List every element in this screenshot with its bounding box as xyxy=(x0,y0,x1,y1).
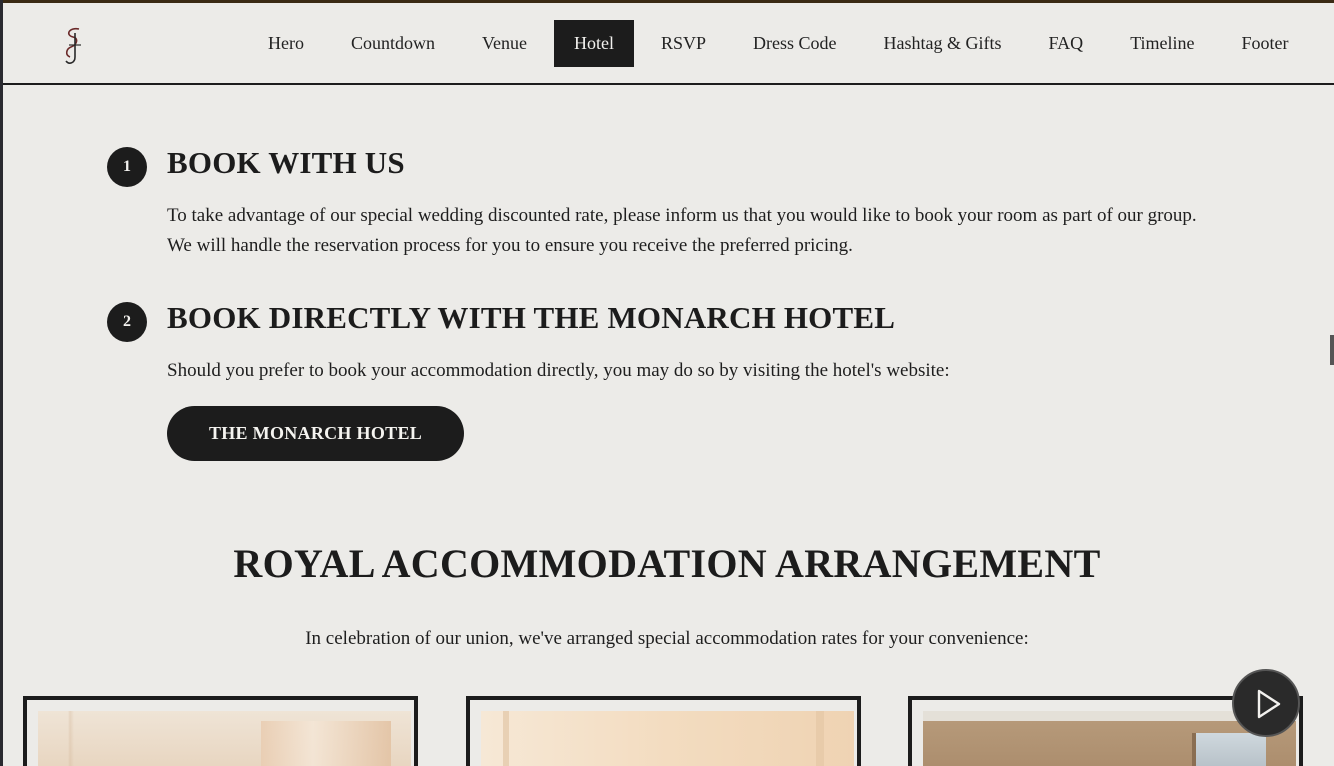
music-play-button[interactable] xyxy=(1232,669,1300,737)
hotel-card-2[interactable] xyxy=(466,696,861,766)
monarch-hotel-button[interactable]: THE MONARCH HOTEL xyxy=(167,406,464,461)
hotel-room-image-1 xyxy=(38,711,411,766)
nav-item-dress-code[interactable]: Dress Code xyxy=(733,20,857,67)
step-description: Should you prefer to book your accommoda… xyxy=(167,360,950,381)
monogram-logo[interactable] xyxy=(55,23,91,67)
nav-item-rsvp[interactable]: RSVP xyxy=(641,20,726,67)
nav-item-footer[interactable]: Footer xyxy=(1222,20,1309,67)
step-description: To take advantage of our special wedding… xyxy=(167,205,1197,256)
main-nav: Hero Countdown Venue Hotel RSVP Dress Co… xyxy=(248,20,1316,67)
navbar: Hero Countdown Venue Hotel RSVP Dress Co… xyxy=(3,3,1334,85)
scrollbar-thumb[interactable] xyxy=(1330,335,1334,365)
nav-item-hero[interactable]: Hero xyxy=(248,20,324,67)
play-icon xyxy=(1257,689,1281,719)
step-title: BOOK DIRECTLY WITH THE MONARCH HOTEL xyxy=(167,300,896,335)
hotel-card-1[interactable] xyxy=(23,696,418,766)
hotel-room-image-2 xyxy=(481,711,854,766)
nav-item-hashtag-gifts[interactable]: Hashtag & Gifts xyxy=(864,20,1022,67)
monogram-logo-icon xyxy=(65,27,81,64)
nav-item-countdown[interactable]: Countdown xyxy=(331,20,455,67)
nav-item-timeline[interactable]: Timeline xyxy=(1110,20,1214,67)
step-title: BOOK WITH US xyxy=(167,145,405,180)
left-edge-rule xyxy=(0,0,3,766)
nav-item-faq[interactable]: FAQ xyxy=(1029,20,1104,67)
accommodation-title: ROYAL ACCOMMODATION ARRANGEMENT xyxy=(233,541,1101,586)
step-number-badge: 2 xyxy=(107,302,147,342)
nav-item-hotel[interactable]: Hotel xyxy=(553,20,634,67)
page: Hero Countdown Venue Hotel RSVP Dress Co… xyxy=(0,0,1334,766)
accommodation-subtitle: In celebration of our union, we've arran… xyxy=(305,628,1029,649)
nav-item-venue[interactable]: Venue xyxy=(462,20,547,67)
step-number-badge: 1 xyxy=(107,147,147,187)
